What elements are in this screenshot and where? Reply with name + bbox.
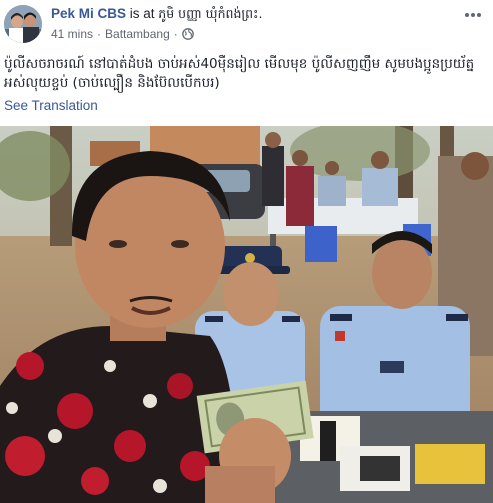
meta-separator: ·: [173, 27, 178, 41]
avatar-image: [4, 5, 42, 43]
facebook-post: Pek Mi CBS is at ភូមិ បញ្ញា ឃុំកំពង់ព្រះ…: [0, 0, 493, 503]
author-avatar[interactable]: [4, 5, 42, 43]
selfie-photo: [0, 126, 493, 503]
checkin-text: is at: [126, 6, 159, 21]
post-meta: 41 mins · Battambang ·: [51, 27, 194, 41]
globe-icon[interactable]: [181, 28, 194, 40]
author-line: Pek Mi CBS is at ភូមិ បញ្ញា ឃុំកំពង់ព្រះ…: [51, 6, 263, 25]
post-header: Pek Mi CBS is at ភូមិ បញ្ញា ឃុំកំពង់ព្រះ…: [0, 0, 493, 50]
post-body-text: ប៉ូលីសចរាចរណ៍ នៅបាត់ដំបង ចាប់អស់40ម៉ឺនរៀ…: [4, 56, 475, 91]
see-translation-link[interactable]: See Translation: [4, 98, 98, 113]
checkin-place-link[interactable]: ភូមិ បញ្ញា ឃុំកំពង់ព្រះ.: [158, 6, 262, 21]
post-location[interactable]: Battambang: [105, 27, 170, 41]
author-name-link[interactable]: Pek Mi CBS: [51, 6, 126, 21]
more-options-icon[interactable]: [463, 6, 483, 24]
post-photo[interactable]: [0, 126, 493, 503]
post-timestamp[interactable]: 41 mins: [51, 27, 93, 41]
meta-separator: ·: [97, 27, 102, 41]
